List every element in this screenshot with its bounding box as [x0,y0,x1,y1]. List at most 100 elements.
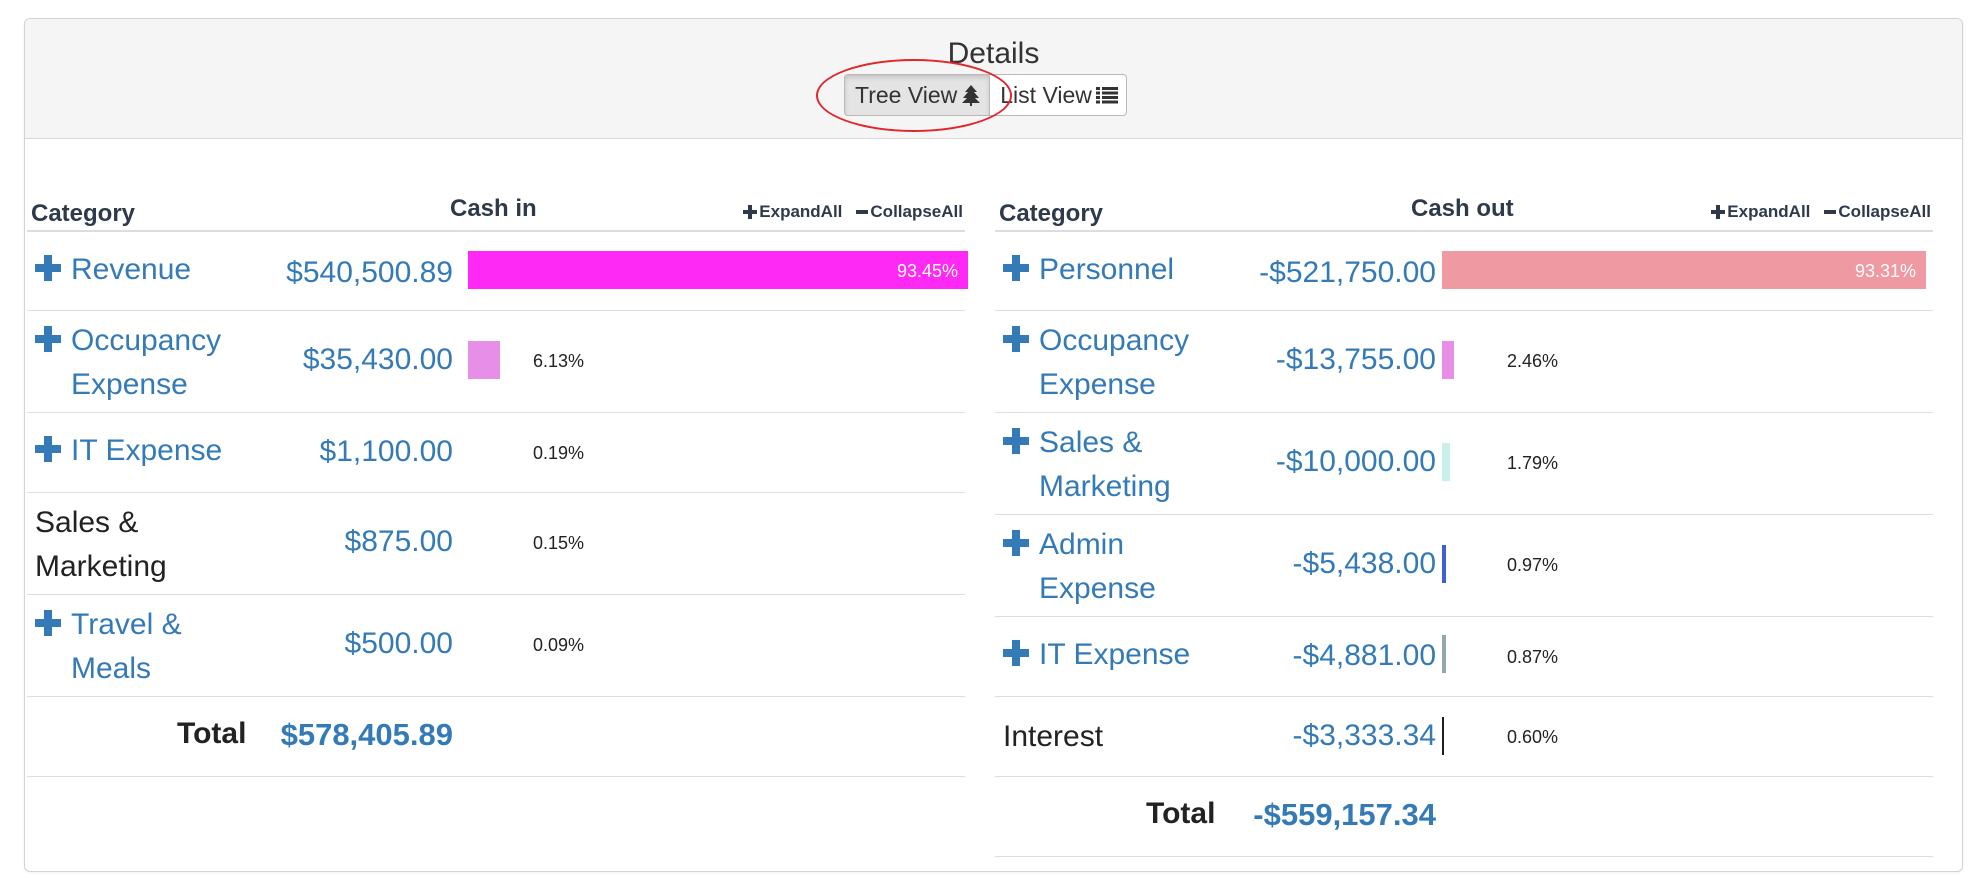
collapse-all-button[interactable]: CollapseAll [856,202,963,222]
percent-label: 0.97% [1507,555,1559,575]
percent-label: 6.13% [533,351,585,371]
category-label: Occupancy Expense [1039,324,1190,401]
total-amount: -$559,157.34 [1253,797,1436,832]
percent-bar [468,341,500,379]
category-personnel[interactable]: Personnel [1003,248,1174,294]
category-label: Travel & Meals [71,608,182,685]
percent-label: 93.45% [896,261,958,281]
plus-icon [1003,423,1029,467]
plus-icon [1003,635,1029,679]
table-row: IT Expense -$4,881.00 0.87% [995,617,1933,697]
category-sales-marketing[interactable]: Sales & Marketing [1003,421,1199,509]
amount: -$3,333.34 [1292,719,1436,752]
percent-label: 93.31% [1854,261,1916,281]
total-label: Total [177,717,247,750]
plus-icon [35,321,61,365]
total-row: Total $578,405.89 [27,697,965,777]
minus-icon [856,210,869,214]
category-label: Occupancy Expense [71,324,222,401]
tree-view-button[interactable]: Tree View [844,74,991,116]
table-row: Interest -$3,333.34 0.60% [995,697,1933,777]
collapse-all-label: CollapseAll [870,202,963,221]
category-it-expense[interactable]: IT Expense [35,429,222,475]
category-label: IT Expense [71,434,223,467]
table-row: Revenue $540,500.89 93.45% [27,232,968,311]
collapse-all-label: CollapseAll [1838,202,1931,221]
panel-header: Details Tree View List View [25,19,1962,139]
percent-bar [1442,545,1446,583]
amount: -$521,750.00 [1259,256,1436,289]
category-interest: Interest [1003,720,1104,753]
cash-out-table: Category Cash out ExpandAll CollapseAll … [995,164,1933,857]
collapse-all-button[interactable]: CollapseAll [1824,202,1931,222]
category-label: IT Expense [1039,638,1191,671]
category-occupancy-expense[interactable]: Occupancy Expense [1003,319,1219,407]
amount: $35,430.00 [302,343,453,376]
table-row: IT Expense $1,100.00 0.19% [27,413,965,493]
details-panel: Details Tree View List View Category Cas… [24,18,1963,872]
category-sales-marketing: Sales & Marketing [35,506,167,583]
table-row: Occupancy Expense -$13,755.00 2.46% [995,311,1933,413]
table-row: Admin Expense -$5,438.00 0.97% [995,515,1933,617]
category-revenue[interactable]: Revenue [35,248,191,294]
amount: -$13,755.00 [1275,343,1436,376]
percent-label: 0.87% [1507,647,1559,667]
percent-label: 0.60% [1507,727,1559,747]
list-view-label: List View [1000,81,1092,108]
total-label: Total [1146,797,1216,830]
expand-all-label: ExpandAll [1727,202,1811,221]
table-row: Sales & Marketing -$10,000.00 1.79% [995,413,1933,515]
table-row: Sales & Marketing $875.00 0.15% [27,493,965,595]
table-row: Occupancy Expense $35,430.00 6.13% [27,311,965,413]
tree-view-label: Tree View [855,81,958,108]
category-header: Category [999,200,1104,227]
expand-all-button[interactable]: ExpandAll [1711,202,1810,222]
percent-bar [1442,635,1446,673]
category-label: Sales & Marketing [1039,426,1171,503]
category-it-expense[interactable]: IT Expense [1003,633,1190,679]
amount: -$10,000.00 [1275,445,1436,478]
category-occupancy-expense[interactable]: Occupancy Expense [35,319,251,407]
minus-icon [1824,210,1837,214]
table-row: Personnel -$521,750.00 93.31% [995,232,1933,311]
amount: $1,100.00 [319,435,453,468]
amount: -$4,881.00 [1292,639,1436,672]
list-view-button[interactable]: List View [990,74,1127,116]
percent-label: 1.79% [1507,453,1559,473]
expand-all-button[interactable]: ExpandAll [743,202,842,222]
panel-title: Details [947,37,1040,70]
category-label: Personnel [1039,253,1175,286]
cash-in-table: Category Cash in ExpandAll CollapseAll R… [27,164,968,777]
plus-icon [743,205,758,219]
table-row: Travel & Meals $500.00 0.09% [27,595,965,697]
amount: $500.00 [344,627,453,660]
category-label: Admin Expense [1039,528,1156,605]
plus-icon [35,250,61,294]
percent-bar: 93.31% [1442,251,1926,289]
percent-bar [1442,341,1454,379]
percent-label: 2.46% [1507,351,1559,371]
category-header: Category [31,200,136,227]
percent-bar: 93.45% [468,251,968,289]
plus-icon [1711,205,1726,219]
plus-icon [35,431,61,475]
percent-bar [1442,443,1450,481]
category-travel-meals[interactable]: Travel & Meals [35,603,201,691]
plus-icon [1003,321,1029,365]
expand-all-label: ExpandAll [759,202,843,221]
tree-tools: ExpandAll CollapseAll [1711,202,1931,222]
cash-in-header-label: Cash in [450,195,537,222]
cash-out-header-label: Cash out [1411,195,1514,222]
tree-icon [961,84,981,106]
percent-label: 0.19% [533,443,585,463]
plus-icon [1003,250,1029,294]
category-admin-expense[interactable]: Admin Expense [1003,523,1179,611]
amount: -$5,438.00 [1292,547,1436,580]
plus-icon [1003,525,1029,569]
amount: $875.00 [344,525,453,558]
tree-tools: ExpandAll CollapseAll [743,202,963,222]
total-amount: $578,405.89 [280,717,453,752]
cash-out-header: Category Cash out ExpandAll CollapseAll [995,164,1933,232]
plus-icon [35,605,61,649]
amount: $540,500.89 [286,256,453,289]
